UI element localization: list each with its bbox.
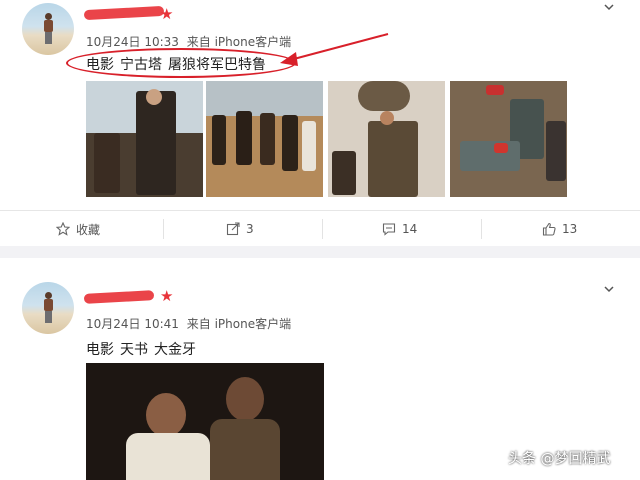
- verified-star-icon: ★: [160, 287, 174, 305]
- comment-icon: [382, 223, 396, 236]
- post-image-1[interactable]: [86, 81, 203, 197]
- chevron-down-icon[interactable]: [604, 284, 614, 294]
- like-count: 13: [562, 222, 578, 236]
- post-image-3[interactable]: [328, 81, 445, 197]
- post-time[interactable]: 10月24日 10:41: [86, 317, 179, 331]
- post-image-2[interactable]: [206, 81, 323, 197]
- watermark: 头条 @梦回精武: [508, 451, 611, 467]
- comment-button[interactable]: 14: [382, 211, 417, 247]
- post-source: 来自 iPhone客户端: [186, 35, 292, 49]
- annotation-oval: [66, 48, 296, 78]
- post-text-part: 大金牙: [154, 342, 196, 358]
- redacted-username: [83, 290, 155, 304]
- repost-icon: [226, 222, 240, 236]
- post-meta: 10月24日 10:41 来自 iPhone客户端: [86, 315, 291, 332]
- comment-count: 14: [402, 222, 418, 236]
- post-image-4[interactable]: [450, 81, 567, 197]
- star-outline-icon: [56, 222, 70, 236]
- chevron-down-icon[interactable]: [604, 2, 614, 12]
- divider: [481, 219, 482, 239]
- repost-count: 3: [246, 222, 254, 236]
- favorite-button[interactable]: 收藏: [56, 211, 100, 247]
- like-button[interactable]: 13: [542, 211, 577, 247]
- redacted-username: [83, 5, 165, 21]
- post-source: 来自 iPhone客户端: [186, 317, 292, 331]
- divider: [322, 219, 323, 239]
- repost-button[interactable]: 3: [226, 211, 254, 247]
- post-time[interactable]: 10月24日 10:33: [86, 35, 179, 49]
- divider: [163, 219, 164, 239]
- post-actions: 收藏 3 14 13: [0, 210, 640, 247]
- post-text: 电影 天书 大金牙: [86, 339, 196, 359]
- user-avatar[interactable]: [22, 3, 74, 55]
- post-image[interactable]: [86, 363, 324, 480]
- user-avatar[interactable]: [22, 282, 74, 334]
- weibo-post-1: ★ 10月24日 10:33 来自 iPhone客户端 电影 宁古塔 屠狼将军巴特鲁: [0, 0, 640, 246]
- post-text-part: 天书: [120, 342, 148, 358]
- post-text-part: 电影: [86, 342, 114, 358]
- thumbs-up-icon: [542, 222, 556, 236]
- favorite-label: 收藏: [76, 222, 101, 237]
- verified-star-icon: ★: [160, 5, 174, 23]
